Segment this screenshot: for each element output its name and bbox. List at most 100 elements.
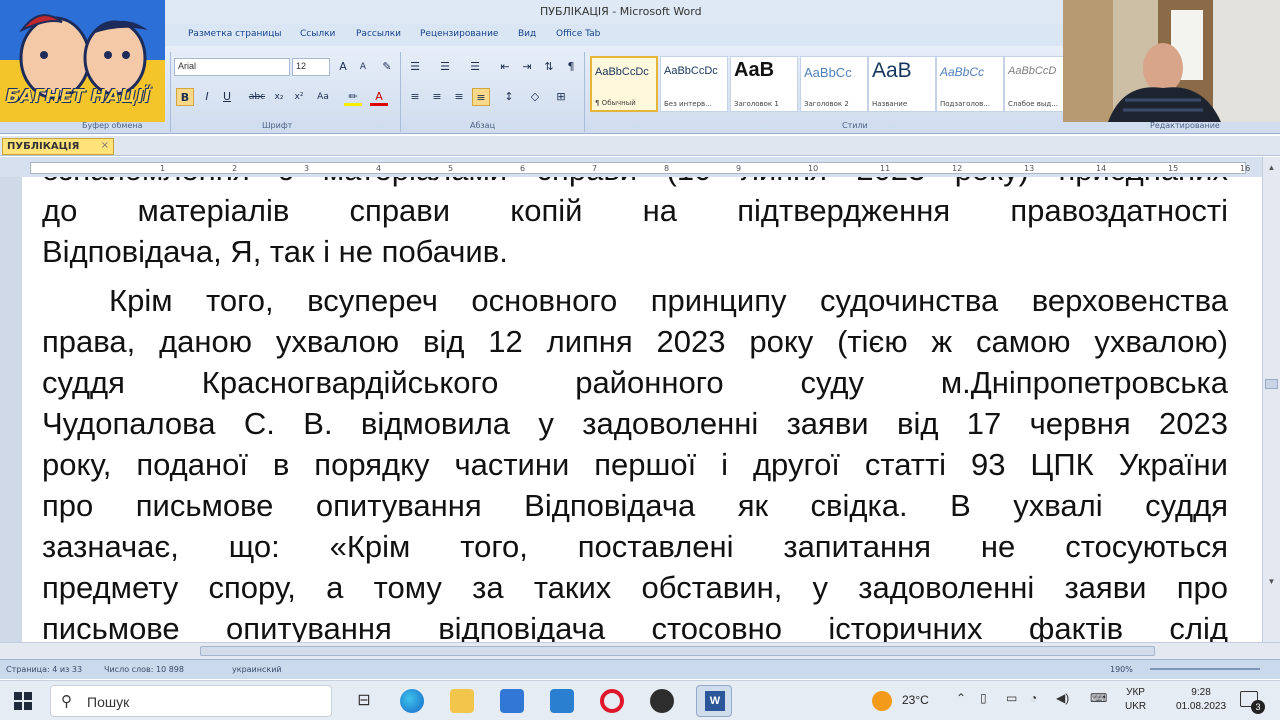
language-indicator[interactable]: украинский <box>232 665 282 674</box>
font-name-combo[interactable]: Arial <box>174 58 290 76</box>
highlight-icon[interactable]: ✏ <box>344 88 362 106</box>
shrink-font-icon[interactable]: A <box>354 58 372 76</box>
ruler-number: 16 <box>1240 164 1251 173</box>
align-right-icon[interactable]: ≡ <box>450 88 468 106</box>
shading-icon[interactable]: ◇ <box>526 88 544 106</box>
notifications-icon[interactable]: 3 <box>1240 691 1265 714</box>
clear-format-icon[interactable]: ✎ <box>378 58 396 76</box>
battery-icon[interactable]: ▭ <box>1006 691 1017 705</box>
change-case-button[interactable]: Aa <box>314 88 332 106</box>
taskbar-search-box[interactable]: ⚲ Пошук <box>50 685 332 717</box>
multilevel-list-icon[interactable]: ☰ <box>466 58 484 76</box>
zoom-slider[interactable] <box>1150 668 1260 670</box>
usb-icon[interactable]: ▯ <box>980 691 987 705</box>
tray-chevron-icon[interactable]: ⌃ <box>956 691 966 705</box>
document-line: до матеріалів справи копій на підтвердже… <box>42 193 1228 228</box>
page-count[interactable]: Страница: 4 из 33 <box>6 665 82 674</box>
style-heading-2[interactable]: AaBbCc Заголовок 2 <box>800 56 868 112</box>
style-subtitle[interactable]: AaBbCc Подзаголов... <box>936 56 1004 112</box>
decrease-indent-icon[interactable]: ⇤ <box>496 58 514 76</box>
sort-icon[interactable]: ⇅ <box>540 58 558 76</box>
style-no-spacing[interactable]: AaBbCcDc Без интерв... <box>660 56 728 112</box>
justify-icon[interactable]: ≡ <box>472 88 490 106</box>
ruler-number: 1 <box>160 164 166 173</box>
paragraph-2: Крім того, всупереч основного принципу с… <box>42 280 1228 642</box>
mail-icon[interactable] <box>550 689 574 713</box>
tab-view[interactable]: Вид <box>518 29 536 39</box>
network-icon[interactable]: ◔ <box>1030 691 1037 705</box>
ruler-numbers: 1 2 3 4 5 6 7 8 9 10 11 12 13 14 15 16 <box>0 164 1280 174</box>
ruler-number: 13 <box>1024 164 1035 173</box>
task-view-icon[interactable]: ⊟ <box>352 689 376 713</box>
close-tab-icon[interactable]: × <box>101 140 109 151</box>
line-spacing-icon[interactable]: ↕ <box>500 88 518 106</box>
horizontal-scroll-thumb[interactable] <box>200 646 1155 656</box>
microsoft-store-icon[interactable] <box>500 689 524 713</box>
document-line: ознайомлення з матеріалами справи (10 ли… <box>42 177 1228 190</box>
word-count[interactable]: Число слов: 10 898 <box>104 665 184 674</box>
zoom-level[interactable]: 190% <box>1110 665 1133 674</box>
document-page[interactable]: ознайомлення з матеріалами справи (10 ли… <box>0 177 1262 642</box>
language-switcher[interactable]: УКР UKR <box>1125 686 1146 714</box>
superscript-button[interactable]: x² <box>290 88 308 106</box>
volume-icon[interactable]: ◀) <box>1056 691 1069 705</box>
page-left-margin <box>0 177 22 642</box>
vertical-scrollbar[interactable]: ▲ ▼ <box>1262 157 1280 642</box>
document-line: права, даною ухвалою від 12 липня 2023 р… <box>42 324 1228 359</box>
ruler-number: 2 <box>232 164 238 173</box>
font-color-icon[interactable]: A <box>370 88 388 106</box>
document-line: суддя Красногвардійського районного суду… <box>42 365 1228 400</box>
status-bar: Страница: 4 из 33 Число слов: 10 898 укр… <box>0 659 1280 679</box>
italic-button[interactable]: I <box>198 88 216 106</box>
word-taskbar-button[interactable]: W <box>696 685 732 717</box>
underline-button[interactable]: U <box>218 88 236 106</box>
paragraph-1: ознайомлення з матеріалами справи (10 ли… <box>42 177 1228 272</box>
increase-indent-icon[interactable]: ⇥ <box>518 58 536 76</box>
group-label-editing: Редактирование <box>1150 121 1220 130</box>
style-normal[interactable]: AaBbCcDc ¶ Обычный <box>590 56 658 112</box>
document-line: про письмове опитування Відповідача як с… <box>42 488 1228 523</box>
edge-browser-icon[interactable] <box>400 689 424 713</box>
clock[interactable]: 9:28 01.08.2023 <box>1176 686 1226 714</box>
numbering-icon[interactable]: ☰ <box>436 58 454 76</box>
document-line: предмету спору, а тому за таких обставин… <box>42 570 1228 605</box>
document-tab-bar: ПУБЛІКАЦІЯ × <box>0 136 1280 156</box>
tab-references[interactable]: Ссылки <box>300 29 335 39</box>
document-tab[interactable]: ПУБЛІКАЦІЯ × <box>2 138 114 155</box>
scroll-up-icon[interactable]: ▲ <box>1265 163 1278 175</box>
weather-icon[interactable] <box>872 691 892 711</box>
ruler-number: 14 <box>1096 164 1107 173</box>
windows-start-icon[interactable] <box>14 692 32 710</box>
strikethrough-button[interactable]: abc <box>248 88 266 106</box>
align-center-icon[interactable]: ≡ <box>428 88 446 106</box>
opera-browser-icon[interactable] <box>600 689 624 713</box>
subscript-button[interactable]: x₂ <box>270 88 288 106</box>
tab-office-tab[interactable]: Office Tab <box>556 29 600 39</box>
grow-font-icon[interactable]: A <box>334 58 352 76</box>
bold-button[interactable]: B <box>176 88 194 106</box>
document-body[interactable]: ознайомлення з матеріалами справи (10 ли… <box>42 177 1228 642</box>
tab-page-layout[interactable]: Разметка страницы <box>188 29 282 39</box>
style-heading-1[interactable]: AaB Заголовок 1 <box>730 56 798 112</box>
clock-time: 9:28 <box>1191 687 1211 698</box>
borders-icon[interactable]: ⊞ <box>552 88 570 106</box>
tab-mailings[interactable]: Рассылки <box>356 29 401 39</box>
group-label-clipboard: Буфер обмена <box>82 121 143 130</box>
horizontal-scrollbar[interactable] <box>0 642 1280 659</box>
style-subtle-emphasis[interactable]: AaBbCcD Слабое выд... <box>1004 56 1072 112</box>
bullets-icon[interactable]: ☰ <box>406 58 424 76</box>
obs-studio-icon[interactable] <box>650 689 674 713</box>
tab-review[interactable]: Рецензирование <box>420 29 498 39</box>
scroll-down-icon[interactable]: ▼ <box>1265 577 1278 589</box>
temperature[interactable]: 23°C <box>902 693 929 707</box>
pilcrow-icon[interactable]: ¶ <box>562 58 580 76</box>
font-size-combo[interactable]: 12 <box>292 58 330 76</box>
ruler-number: 9 <box>736 164 742 173</box>
vertical-scroll-thumb[interactable] <box>1265 379 1278 389</box>
document-line: письмове опитування відповідача стосовно… <box>42 611 1228 642</box>
ruler-number: 7 <box>592 164 598 173</box>
align-left-icon[interactable]: ≡ <box>406 88 424 106</box>
file-explorer-icon[interactable] <box>450 689 474 713</box>
keyboard-icon[interactable]: ⌨ <box>1090 691 1107 705</box>
style-title[interactable]: AaB Название <box>868 56 936 112</box>
